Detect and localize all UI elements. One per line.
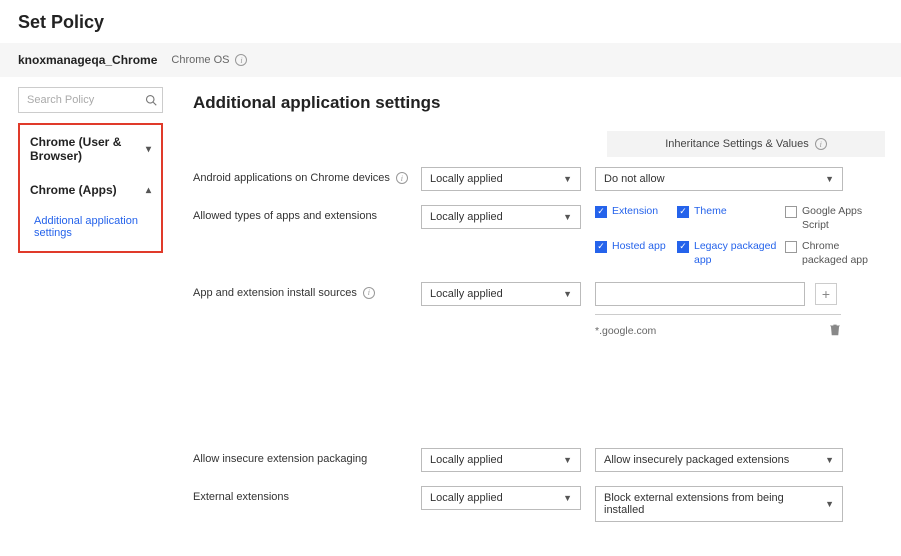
- page-title: Set Policy: [0, 0, 901, 43]
- allowed-types-checkboxes: ✓ Extension ✓ Theme Google Apps Script ✓ Ho…: [595, 205, 885, 268]
- checkbox-hosted-app[interactable]: ✓ Hosted app: [595, 240, 673, 267]
- check-icon: ✓: [677, 241, 689, 253]
- info-icon[interactable]: i: [363, 287, 375, 299]
- inherit-select-insecure-packaging[interactable]: Locally applied ▼: [421, 448, 581, 472]
- checkbox-extension[interactable]: ✓ Extension: [595, 205, 673, 232]
- inheritance-header: Inheritance Settings & Values i: [607, 131, 885, 157]
- info-icon[interactable]: i: [396, 172, 408, 184]
- search-input[interactable]: [18, 87, 163, 113]
- info-icon[interactable]: i: [235, 54, 247, 66]
- select-value: Allow insecurely packaged extensions: [604, 454, 789, 466]
- select-value: Locally applied: [430, 288, 503, 300]
- select-value: Locally applied: [430, 173, 503, 185]
- checkbox-google-apps-script[interactable]: Google Apps Script: [785, 205, 885, 232]
- chevron-down-icon: ▼: [563, 289, 572, 299]
- check-icon: [785, 206, 797, 218]
- inherit-select-allowed-types[interactable]: Locally applied ▼: [421, 205, 581, 229]
- row-label-allowed-types: Allowed types of apps and extensions: [193, 210, 377, 222]
- inherit-select-android-apps[interactable]: Locally applied ▼: [421, 167, 581, 191]
- select-value: Do not allow: [604, 173, 665, 185]
- info-icon[interactable]: i: [815, 138, 827, 150]
- checkbox-label: Chrome packaged app: [802, 240, 885, 267]
- search-icon[interactable]: [145, 94, 157, 106]
- chevron-down-icon: ▼: [563, 212, 572, 222]
- checkbox-legacy-packaged-app[interactable]: ✓ Legacy packaged app: [677, 240, 781, 267]
- checkbox-label: Extension: [612, 205, 658, 219]
- chevron-down-icon: ▼: [563, 455, 572, 465]
- chevron-down-icon: ▼: [563, 493, 572, 503]
- sidebar-highlight-box: Chrome (User & Browser) ▾ Chrome (Apps) …: [18, 123, 163, 253]
- row-label-insecure-packaging: Allow insecure extension packaging: [193, 453, 367, 465]
- check-icon: ✓: [595, 206, 607, 218]
- breadcrumb: knoxmanageqa_Chrome Chrome OS i: [0, 43, 901, 77]
- select-value: Locally applied: [430, 454, 503, 466]
- check-icon: ✓: [677, 206, 689, 218]
- value-select-insecure-packaging[interactable]: Allow insecurely packaged extensions ▼: [595, 448, 843, 472]
- sidebar-item-additional-app-settings[interactable]: Additional application settings: [20, 207, 161, 251]
- sidebar-item-label: Chrome (Apps): [30, 183, 117, 197]
- inherit-select-install-sources[interactable]: Locally applied ▼: [421, 282, 581, 306]
- row-label-external-extensions: External extensions: [193, 491, 289, 503]
- chevron-down-icon: ▾: [146, 144, 151, 155]
- sidebar: Chrome (User & Browser) ▾ Chrome (Apps) …: [0, 77, 175, 556]
- select-value: Locally applied: [430, 211, 503, 223]
- checkbox-chrome-packaged-app[interactable]: Chrome packaged app: [785, 240, 885, 267]
- value-select-external-extensions[interactable]: Block external extensions from being ins…: [595, 486, 843, 522]
- install-source-entry: *.google.com: [595, 325, 656, 337]
- chevron-down-icon: ▼: [825, 174, 834, 184]
- checkbox-label: Legacy packaged app: [694, 240, 781, 267]
- platform-text: Chrome OS: [171, 54, 229, 66]
- install-source-input[interactable]: [595, 282, 805, 306]
- select-value: Locally applied: [430, 492, 503, 504]
- main-heading: Additional application settings: [193, 93, 885, 113]
- check-icon: ✓: [595, 241, 607, 253]
- platform-label: Chrome OS i: [171, 54, 247, 66]
- checkbox-theme[interactable]: ✓ Theme: [677, 205, 781, 232]
- inheritance-header-label: Inheritance Settings & Values: [665, 138, 809, 150]
- chevron-down-icon: ▼: [563, 174, 572, 184]
- checkbox-label: Hosted app: [612, 240, 666, 254]
- row-label-install-sources: App and extension install sources: [193, 287, 357, 299]
- profile-name: knoxmanageqa_Chrome: [18, 53, 157, 67]
- sidebar-item-chrome-apps[interactable]: Chrome (Apps) ▴: [20, 173, 161, 207]
- inherit-select-external-extensions[interactable]: Locally applied ▼: [421, 486, 581, 510]
- trash-icon[interactable]: [829, 323, 841, 339]
- checkbox-label: Theme: [694, 205, 727, 219]
- sidebar-item-chrome-user-browser[interactable]: Chrome (User & Browser) ▾: [20, 125, 161, 173]
- value-select-android-apps[interactable]: Do not allow ▼: [595, 167, 843, 191]
- chevron-down-icon: ▼: [825, 455, 834, 465]
- row-label-android-apps: Android applications on Chrome devices: [193, 172, 390, 184]
- sidebar-item-label: Chrome (User & Browser): [30, 135, 146, 163]
- main-content: Additional application settings Inherita…: [175, 77, 901, 556]
- check-icon: [785, 241, 797, 253]
- chevron-down-icon: ▼: [825, 499, 834, 509]
- add-source-button[interactable]: +: [815, 283, 837, 305]
- checkbox-label: Google Apps Script: [802, 205, 885, 232]
- select-value: Block external extensions from being ins…: [604, 492, 825, 516]
- chevron-up-icon: ▴: [146, 185, 151, 196]
